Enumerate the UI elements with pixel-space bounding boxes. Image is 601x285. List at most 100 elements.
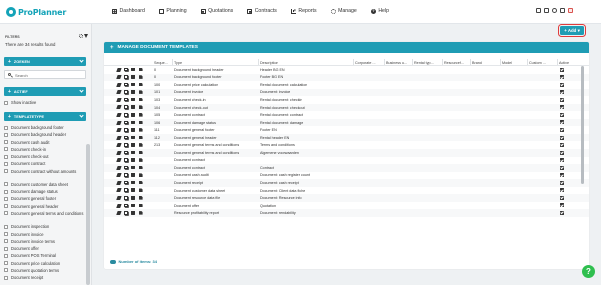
template-type-option[interactable]: Document price calculation: [4, 261, 86, 266]
checkbox[interactable]: [4, 246, 8, 251]
nav-item-quotations[interactable]: Quotations: [200, 8, 233, 14]
template-type-option[interactable]: Document inspection: [4, 224, 86, 229]
delete-icon[interactable]: [131, 158, 135, 162]
copy-icon[interactable]: [124, 188, 128, 193]
copy-icon[interactable]: [124, 82, 128, 87]
template-type-option[interactable]: Document general footer: [4, 196, 86, 201]
copy-icon[interactable]: [124, 97, 128, 102]
active-checkbox[interactable]: [560, 188, 564, 193]
copy-icon[interactable]: [124, 112, 128, 117]
document-icon[interactable]: [139, 82, 143, 87]
column-header[interactable]: Model: [502, 61, 512, 65]
checkbox[interactable]: [4, 140, 8, 144]
document-icon[interactable]: [139, 143, 143, 147]
checkbox[interactable]: [4, 100, 8, 105]
copy-icon[interactable]: [124, 211, 128, 215]
search-field[interactable]: [4, 70, 86, 79]
template-type-option[interactable]: Document offer: [4, 246, 86, 251]
column-header[interactable]: Rental typ...: [414, 61, 434, 65]
document-icon[interactable]: [139, 180, 143, 185]
edit-icon[interactable]: [116, 105, 122, 110]
column-header[interactable]: Resourcef...: [444, 61, 464, 65]
template-type-option[interactable]: Document check-out: [4, 154, 86, 159]
template-type-option[interactable]: Document contract: [4, 161, 86, 166]
delete-icon[interactable]: [131, 135, 135, 140]
template-type-option[interactable]: Document background header: [4, 132, 86, 137]
edit-icon[interactable]: [116, 143, 122, 147]
checkbox[interactable]: [4, 204, 8, 209]
edit-icon[interactable]: [116, 173, 122, 177]
template-type-option[interactable]: Document general header: [4, 204, 86, 209]
active-checkbox[interactable]: [560, 112, 564, 117]
column-header[interactable]: Brand: [472, 61, 482, 65]
active-checkbox[interactable]: [560, 150, 564, 155]
table-scrollbar[interactable]: [581, 66, 584, 184]
checkbox[interactable]: [4, 239, 8, 244]
checkbox[interactable]: [4, 261, 8, 266]
table-row[interactable]: Document offer Quotation: [104, 202, 589, 210]
nav-item-planning[interactable]: Planning: [158, 8, 187, 14]
edit-icon[interactable]: [116, 203, 122, 208]
delete-icon[interactable]: [131, 165, 135, 170]
template-type-option[interactable]: Document POS Terminal: [4, 253, 86, 258]
checkbox[interactable]: [4, 232, 8, 237]
copy-icon[interactable]: [124, 128, 128, 132]
edit-icon[interactable]: [116, 75, 122, 79]
template-type-option[interactable]: Document contract without amounts: [4, 169, 86, 174]
delete-icon[interactable]: [131, 211, 135, 215]
template-type-option[interactable]: Document quotation terms: [4, 268, 86, 273]
active-checkbox[interactable]: [560, 105, 564, 110]
copy-icon[interactable]: [124, 120, 128, 125]
edit-icon[interactable]: [116, 112, 122, 117]
copy-icon[interactable]: [124, 180, 128, 185]
show-inactive-option[interactable]: Show inactive: [4, 100, 86, 105]
active-checkbox[interactable]: [560, 75, 564, 80]
section-search[interactable]: + ZOEKEN: [4, 57, 86, 66]
document-icon[interactable]: [139, 120, 143, 125]
checkbox[interactable]: [4, 211, 8, 216]
document-icon[interactable]: [139, 165, 143, 170]
delete-icon[interactable]: [131, 203, 135, 208]
edit-icon[interactable]: [116, 97, 122, 102]
edit-icon[interactable]: [116, 158, 122, 162]
edit-icon[interactable]: [116, 90, 122, 94]
column-header[interactable]: Active: [559, 61, 569, 65]
edit-icon[interactable]: [116, 128, 122, 132]
copy-icon[interactable]: [124, 67, 128, 72]
table-row[interactable]: 106 Document damage status Rental document…: [104, 118, 589, 127]
collapse-icon[interactable]: +: [110, 45, 114, 51]
checkbox[interactable]: [4, 268, 8, 273]
column-header[interactable]: Corporate ...: [355, 61, 376, 65]
table-row[interactable]: Document customer data sheet Document: Cl…: [104, 187, 589, 195]
search-input[interactable]: [15, 71, 85, 79]
copy-icon[interactable]: [124, 195, 128, 200]
delete-icon[interactable]: [131, 150, 135, 155]
template-type-option[interactable]: Document customer data sheet: [4, 182, 86, 187]
table-row[interactable]: Document receipt Document: cash receipt: [104, 179, 589, 187]
table-row[interactable]: 111 Document general footer Footer EN: [104, 126, 589, 134]
table-row[interactable]: 0 Document background footer Footer BG EN: [104, 73, 589, 82]
active-checkbox[interactable]: [560, 135, 564, 140]
active-checkbox[interactable]: [560, 210, 564, 215]
template-type-option[interactable]: Document background footer: [4, 125, 86, 130]
delete-icon[interactable]: [131, 128, 135, 132]
copy-icon[interactable]: [124, 143, 128, 147]
active-checkbox[interactable]: [560, 165, 564, 170]
checkbox[interactable]: [4, 275, 8, 280]
document-icon[interactable]: [139, 90, 143, 94]
section-active[interactable]: + ACTIEF: [4, 87, 86, 96]
print-icon[interactable]: [536, 8, 541, 13]
active-checkbox[interactable]: [560, 158, 564, 163]
edit-icon[interactable]: [116, 211, 122, 215]
document-icon[interactable]: [139, 150, 143, 155]
document-icon[interactable]: [139, 105, 143, 110]
table-row[interactable]: Document general terms and conditions Alg…: [104, 149, 589, 157]
template-type-option[interactable]: Document cash audit: [4, 140, 86, 145]
active-checkbox[interactable]: [560, 120, 564, 125]
checkbox[interactable]: [4, 147, 8, 152]
table-row[interactable]: 104 Document check-out Rental document: ch…: [104, 103, 589, 112]
column-header[interactable]: Custom ...: [529, 61, 546, 65]
checkbox[interactable]: [4, 169, 8, 173]
table-row[interactable]: Document resource data file Document: Res…: [104, 194, 589, 202]
template-type-option[interactable]: Document invoice terms: [4, 239, 86, 244]
